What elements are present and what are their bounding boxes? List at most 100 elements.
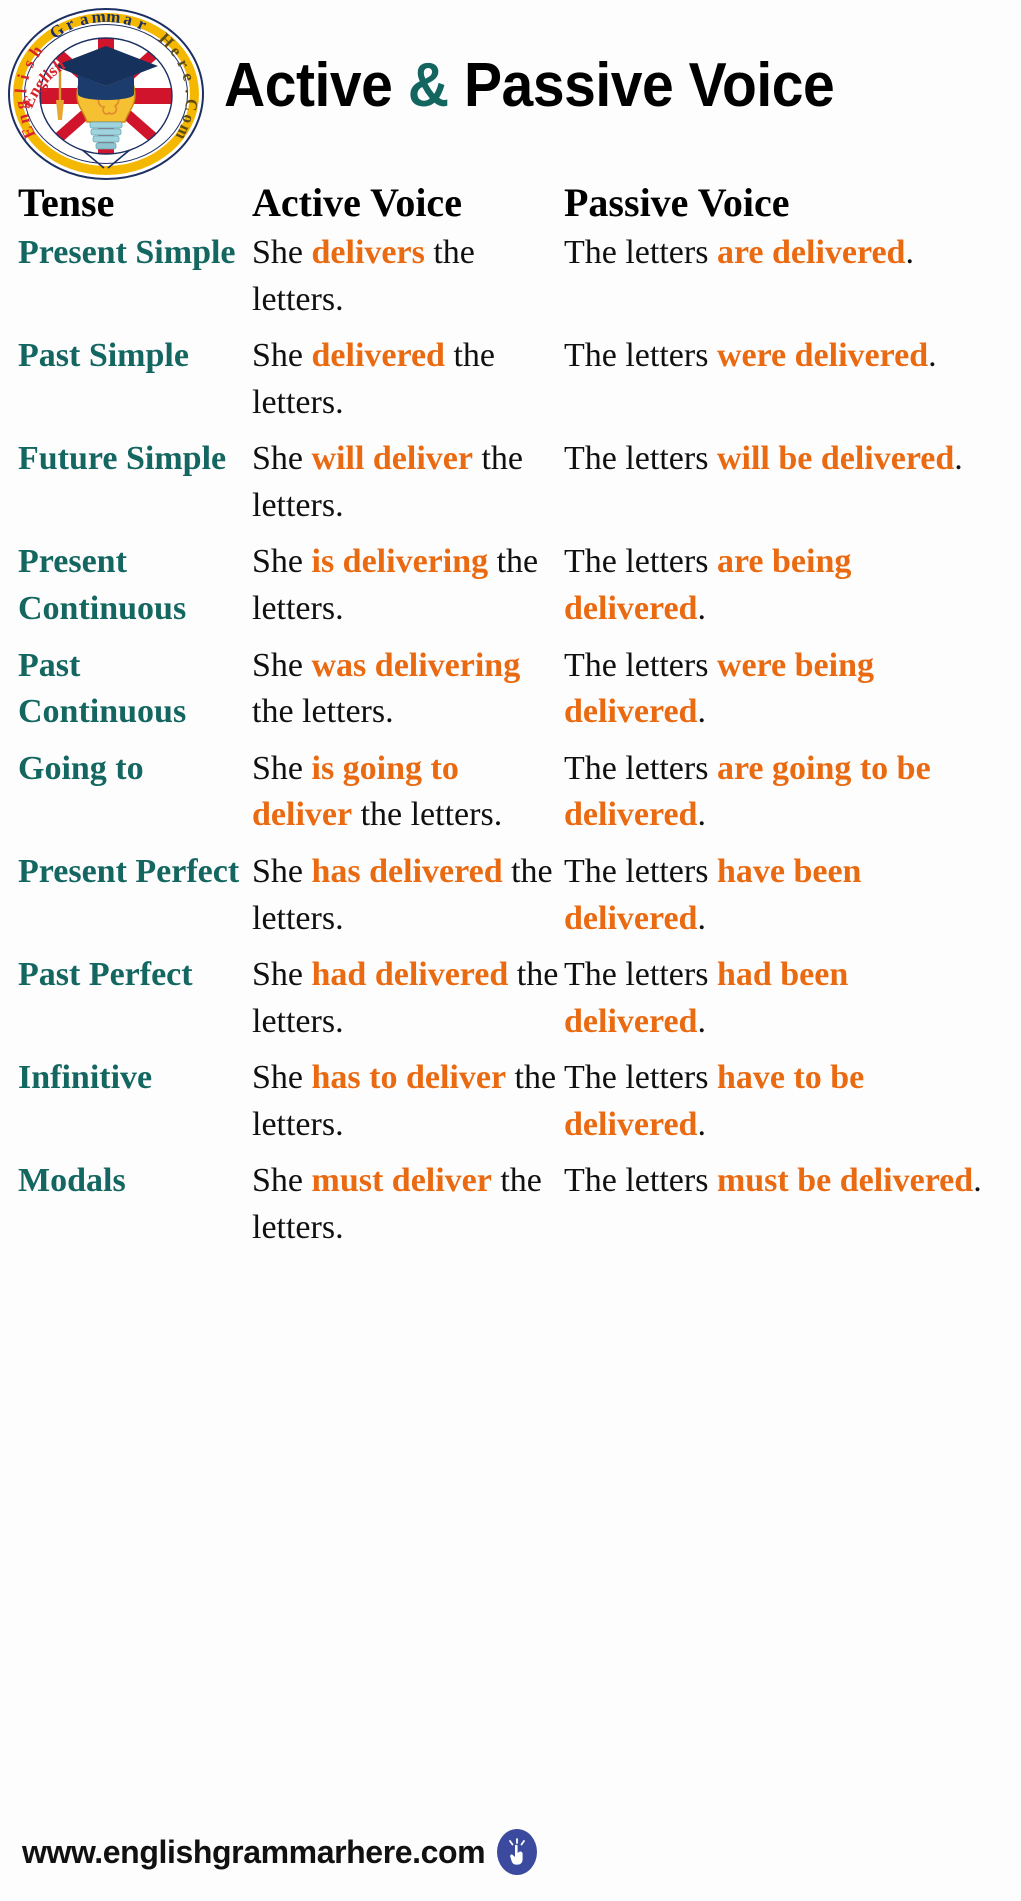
sentence-text: . <box>697 693 706 731</box>
sentence-text: . <box>954 440 963 478</box>
page-title: Active & Passive Voice <box>224 50 835 121</box>
table-row: Infinitive She has to deliver the letters… <box>0 1055 1021 1148</box>
table-row: Past Simple She delivered the letters. The… <box>0 333 1021 426</box>
sentence-text: . <box>697 1002 706 1040</box>
sentence-text: She <box>252 646 312 684</box>
active-voice-sentence: She has to deliver the letters. <box>252 1055 564 1148</box>
active-voice-sentence: She delivers the letters. <box>252 230 564 323</box>
sentence-text: She <box>252 852 312 890</box>
tense-label: Present Simple <box>18 234 236 271</box>
active-voice-sentence: She is delivering the letters. <box>252 539 564 632</box>
sentence-text: . <box>697 899 706 937</box>
highlighted-verb: has delivered <box>311 852 503 890</box>
highlighted-verb: will be delivered <box>716 440 955 478</box>
sentence-text: . <box>697 590 706 628</box>
tense-label: Infinitive <box>18 1059 153 1097</box>
sentence-text: She <box>252 749 312 787</box>
highlighted-verb: will deliver <box>311 440 473 478</box>
click-hand-icon[interactable] <box>497 1829 538 1875</box>
passive-voice-sentence: The letters were being delivered. <box>564 643 984 736</box>
sentence-text: She <box>252 337 312 375</box>
active-voice-sentence: She was delivering the letters. <box>252 643 564 736</box>
tense-label: Past Continuous <box>18 646 187 731</box>
page-footer: www.englishgrammarhere.com <box>0 1821 1021 1883</box>
passive-voice-sentence: The letters are going to be delivered. <box>564 746 984 839</box>
sentence-text: The letters <box>564 440 717 478</box>
table-row: Past Continuous She was delivering the le… <box>0 643 1021 736</box>
highlighted-verb: were delivered <box>716 337 929 375</box>
voice-table: Tense Active Voice Passive Voice Present… <box>0 182 1021 1262</box>
table-row: Present Continuous She is delivering the … <box>0 539 1021 632</box>
highlighted-verb: has to deliver <box>311 1059 507 1097</box>
active-voice-sentence: She is going to deliver the letters. <box>252 746 564 839</box>
sentence-text: The letters <box>564 337 717 375</box>
sentence-text: The letters <box>564 543 717 581</box>
sentence-text: . <box>697 1105 706 1143</box>
tense-label: Modals <box>18 1162 126 1200</box>
highlighted-verb: must be delivered <box>716 1162 974 1200</box>
passive-voice-sentence: The letters have been delivered. <box>564 849 984 942</box>
table-header-row: Tense Active Voice Passive Voice <box>0 182 1021 224</box>
page-title-part-1: Active <box>224 51 408 120</box>
sentence-text: She <box>252 1059 312 1097</box>
active-voice-sentence: She delivered the letters. <box>252 333 564 426</box>
sentence-text: . <box>973 1162 982 1200</box>
active-voice-sentence: She has delivered the letters. <box>252 849 564 942</box>
tense-label: Past Perfect <box>18 956 193 994</box>
table-row: Going to She is going to deliver the lett… <box>0 746 1021 839</box>
column-header-tense: Tense <box>18 180 115 225</box>
tense-label: Future Simple <box>18 440 227 478</box>
tense-label: Past Simple <box>18 337 189 375</box>
sentence-text: The letters <box>564 852 717 890</box>
logo-inner-ring <box>24 24 188 164</box>
sentence-text: . <box>928 337 937 375</box>
active-voice-sentence: She will deliver the letters. <box>252 436 564 529</box>
tense-label: Going to <box>18 749 144 787</box>
table-row: Future Simple She will deliver the letter… <box>0 436 1021 529</box>
sentence-text: The letters <box>564 1162 717 1200</box>
passive-voice-sentence: The letters were delivered. <box>564 333 984 380</box>
table-row: Present Perfect She has delivered the let… <box>0 849 1021 942</box>
page-header: English EnglishGrammarHere.Com Active & … <box>0 0 1021 180</box>
table-row: Present Simple She delivers the letters. T… <box>0 230 1021 323</box>
page-title-part-2: Passive Voice <box>448 51 835 120</box>
sentence-text: She <box>252 1162 312 1200</box>
sentence-text: The letters <box>564 234 717 271</box>
page-title-ampersand: & <box>407 51 449 120</box>
highlighted-verb: had delivered <box>311 956 509 994</box>
sentence-text: the letters. <box>252 693 394 731</box>
tense-label: Present Continuous <box>18 543 187 628</box>
sentence-text: She <box>252 440 312 478</box>
sentence-text: She <box>252 234 312 271</box>
sentence-text: The letters <box>564 646 717 684</box>
tense-label: Present Perfect <box>18 852 240 890</box>
sentence-text: The letters <box>564 956 717 994</box>
site-logo: English EnglishGrammarHere.Com <box>8 8 204 180</box>
table-row: Past Perfect She had delivered the letter… <box>0 952 1021 1045</box>
highlighted-verb: was delivering <box>311 646 521 684</box>
active-voice-sentence: She must deliver the letters. <box>252 1158 564 1251</box>
passive-voice-sentence: The letters are being delivered. <box>564 539 984 632</box>
sentence-text: . <box>697 796 706 834</box>
highlighted-verb: are delivered <box>716 234 906 271</box>
active-voice-sentence: She had delivered the letters. <box>252 952 564 1045</box>
passive-voice-sentence: The letters have to be delivered. <box>564 1055 984 1148</box>
sentence-text: The letters <box>564 1059 717 1097</box>
sentence-text: She <box>252 956 312 994</box>
sentence-text: She <box>252 543 312 581</box>
passive-voice-sentence: The letters had been delivered. <box>564 952 984 1045</box>
highlighted-verb: is delivering <box>311 543 489 581</box>
sentence-text: The letters <box>564 749 717 787</box>
passive-voice-sentence: The letters are delivered. <box>564 230 984 277</box>
highlighted-verb: must deliver <box>311 1162 492 1200</box>
sentence-text: . <box>905 234 914 271</box>
site-url[interactable]: www.englishgrammarhere.com <box>22 1834 486 1871</box>
table-row: Modals She must deliver the letters. The l… <box>0 1158 1021 1251</box>
highlighted-verb: delivered <box>311 337 445 375</box>
sentence-text: the letters. <box>352 796 503 834</box>
passive-voice-sentence: The letters will be delivered. <box>564 436 984 483</box>
column-header-active-voice: Active Voice <box>252 180 462 225</box>
column-header-passive-voice: Passive Voice <box>564 180 790 225</box>
highlighted-verb: delivers <box>311 234 425 271</box>
passive-voice-sentence: The letters must be delivered. <box>564 1158 984 1205</box>
